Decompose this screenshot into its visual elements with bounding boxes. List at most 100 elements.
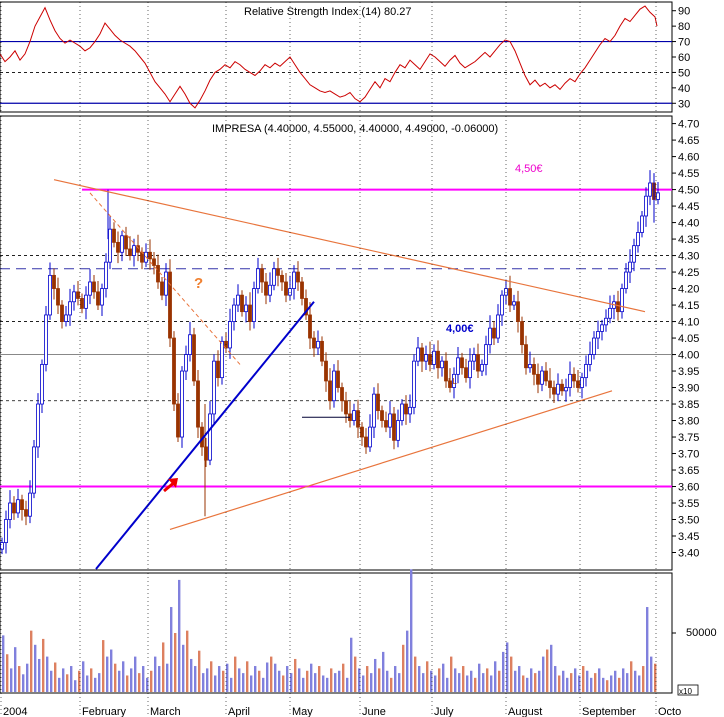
volume-bar <box>646 607 649 692</box>
volume-bar <box>46 656 49 692</box>
price-y-tick: 4.20 <box>678 284 699 296</box>
price-candle-body <box>540 370 544 385</box>
price-candle-body <box>604 317 608 326</box>
volume-bar <box>110 649 113 692</box>
volume-bar <box>198 650 201 692</box>
price-candle-body <box>344 400 348 415</box>
price-y-tick: 4.60 <box>678 152 699 164</box>
price-candle-body <box>268 284 272 296</box>
volume-bar <box>538 670 541 692</box>
price-candle-body <box>116 241 120 253</box>
price-y-tick: 4.50 <box>678 185 699 197</box>
volume-bar <box>546 649 549 692</box>
volume-bar <box>362 675 365 692</box>
volume-bar <box>26 663 29 692</box>
price-candle-body <box>196 380 200 428</box>
price-candle-body <box>596 331 600 339</box>
volume-bar <box>582 666 585 692</box>
price-layer: 4.70 4.65 4.60 4.55 4.50 4.45 4.40 4.35 4.30 4.25… <box>0 119 699 570</box>
volume-bar <box>374 658 377 692</box>
price-candle-body <box>44 314 48 365</box>
price-candle-body <box>628 261 632 273</box>
volume-bar <box>418 666 421 692</box>
price-candle-body <box>352 410 356 421</box>
price-candle-body <box>416 347 420 362</box>
volume-bar <box>290 673 293 692</box>
price-candle-body <box>408 406 412 415</box>
price-candle-body <box>124 235 128 250</box>
volume-bar <box>622 668 625 692</box>
price-candle-body <box>476 354 480 372</box>
volume-bar <box>22 674 25 692</box>
price-candle-body <box>108 228 112 263</box>
trendline-lower <box>169 390 613 530</box>
price-candle-body <box>648 182 652 197</box>
price-y-tick: 3.45 <box>678 531 699 543</box>
price-candle-body <box>576 380 580 388</box>
price-candle-body <box>24 509 28 517</box>
price-y-tick: 3.65 <box>678 465 699 477</box>
price-candle-body <box>264 281 268 296</box>
rsi-y-tick: 70 <box>678 37 690 49</box>
volume-bar <box>526 677 529 692</box>
price-candle-body <box>328 380 332 402</box>
price-candle-body <box>236 294 240 306</box>
volume-bar <box>550 644 553 692</box>
price-candle-body <box>332 370 336 402</box>
price-candle-body <box>616 301 620 313</box>
price-candle-body <box>456 357 460 375</box>
volume-bar <box>338 670 341 692</box>
price-candle-body <box>504 288 508 296</box>
volume-bar <box>426 661 429 692</box>
annotation-450: 4,50€ <box>515 163 543 175</box>
price-candle-body <box>516 301 520 322</box>
volume-y-tick: 50000 <box>686 627 717 639</box>
volume-bar <box>2 635 5 692</box>
price-candle-body <box>252 288 256 322</box>
volume-bar <box>118 670 121 692</box>
price-candle-body <box>260 268 264 283</box>
volume-bar <box>282 675 285 692</box>
volume-bar <box>66 674 69 692</box>
volume-bar <box>86 675 89 692</box>
price-candle-body <box>520 321 524 346</box>
stock-chart: 90807060504030 4.704.654.604.554.504.454… <box>0 1 717 717</box>
price-candle-body <box>148 251 152 260</box>
price-y-tick: 4.70 <box>678 119 699 131</box>
volume-bar <box>102 640 105 692</box>
price-candle-body <box>280 274 284 283</box>
volume-bar <box>574 668 577 692</box>
volume-bar <box>638 675 641 692</box>
volume-bar <box>330 668 333 692</box>
price-y-tick: 3.60 <box>678 482 699 494</box>
price-y-tick: 3.80 <box>678 416 699 428</box>
price-candle-body <box>272 268 276 286</box>
volume-bar <box>254 666 257 692</box>
price-candle-body <box>16 499 20 514</box>
price-candle-body <box>584 364 588 379</box>
volume-bar <box>446 677 449 692</box>
price-y-tick: 4.05 <box>678 333 699 345</box>
price-candle-body <box>392 413 396 441</box>
volume-bar <box>502 651 505 692</box>
price-candle-body <box>228 321 232 349</box>
price-candle-body <box>396 420 400 441</box>
price-candle-body <box>560 383 564 392</box>
price-candle-body <box>48 274 52 316</box>
volume-bar <box>642 666 645 692</box>
price-candle-body <box>76 291 80 299</box>
volume-bar <box>398 673 401 692</box>
volume-bar <box>306 670 309 692</box>
price-candle-body <box>316 340 320 349</box>
volume-bar <box>366 666 369 692</box>
volume-bar <box>322 675 325 692</box>
price-candle-body <box>592 337 596 355</box>
price-candle-body <box>524 344 528 369</box>
volume-bar <box>478 663 481 692</box>
volume-multiplier: x10 <box>679 687 692 696</box>
price-panel-frame <box>0 115 673 571</box>
rsi-y-tick: 30 <box>678 98 690 110</box>
price-candle-body <box>188 334 192 355</box>
volume-bar <box>614 670 617 692</box>
price-candle-body <box>368 426 372 448</box>
